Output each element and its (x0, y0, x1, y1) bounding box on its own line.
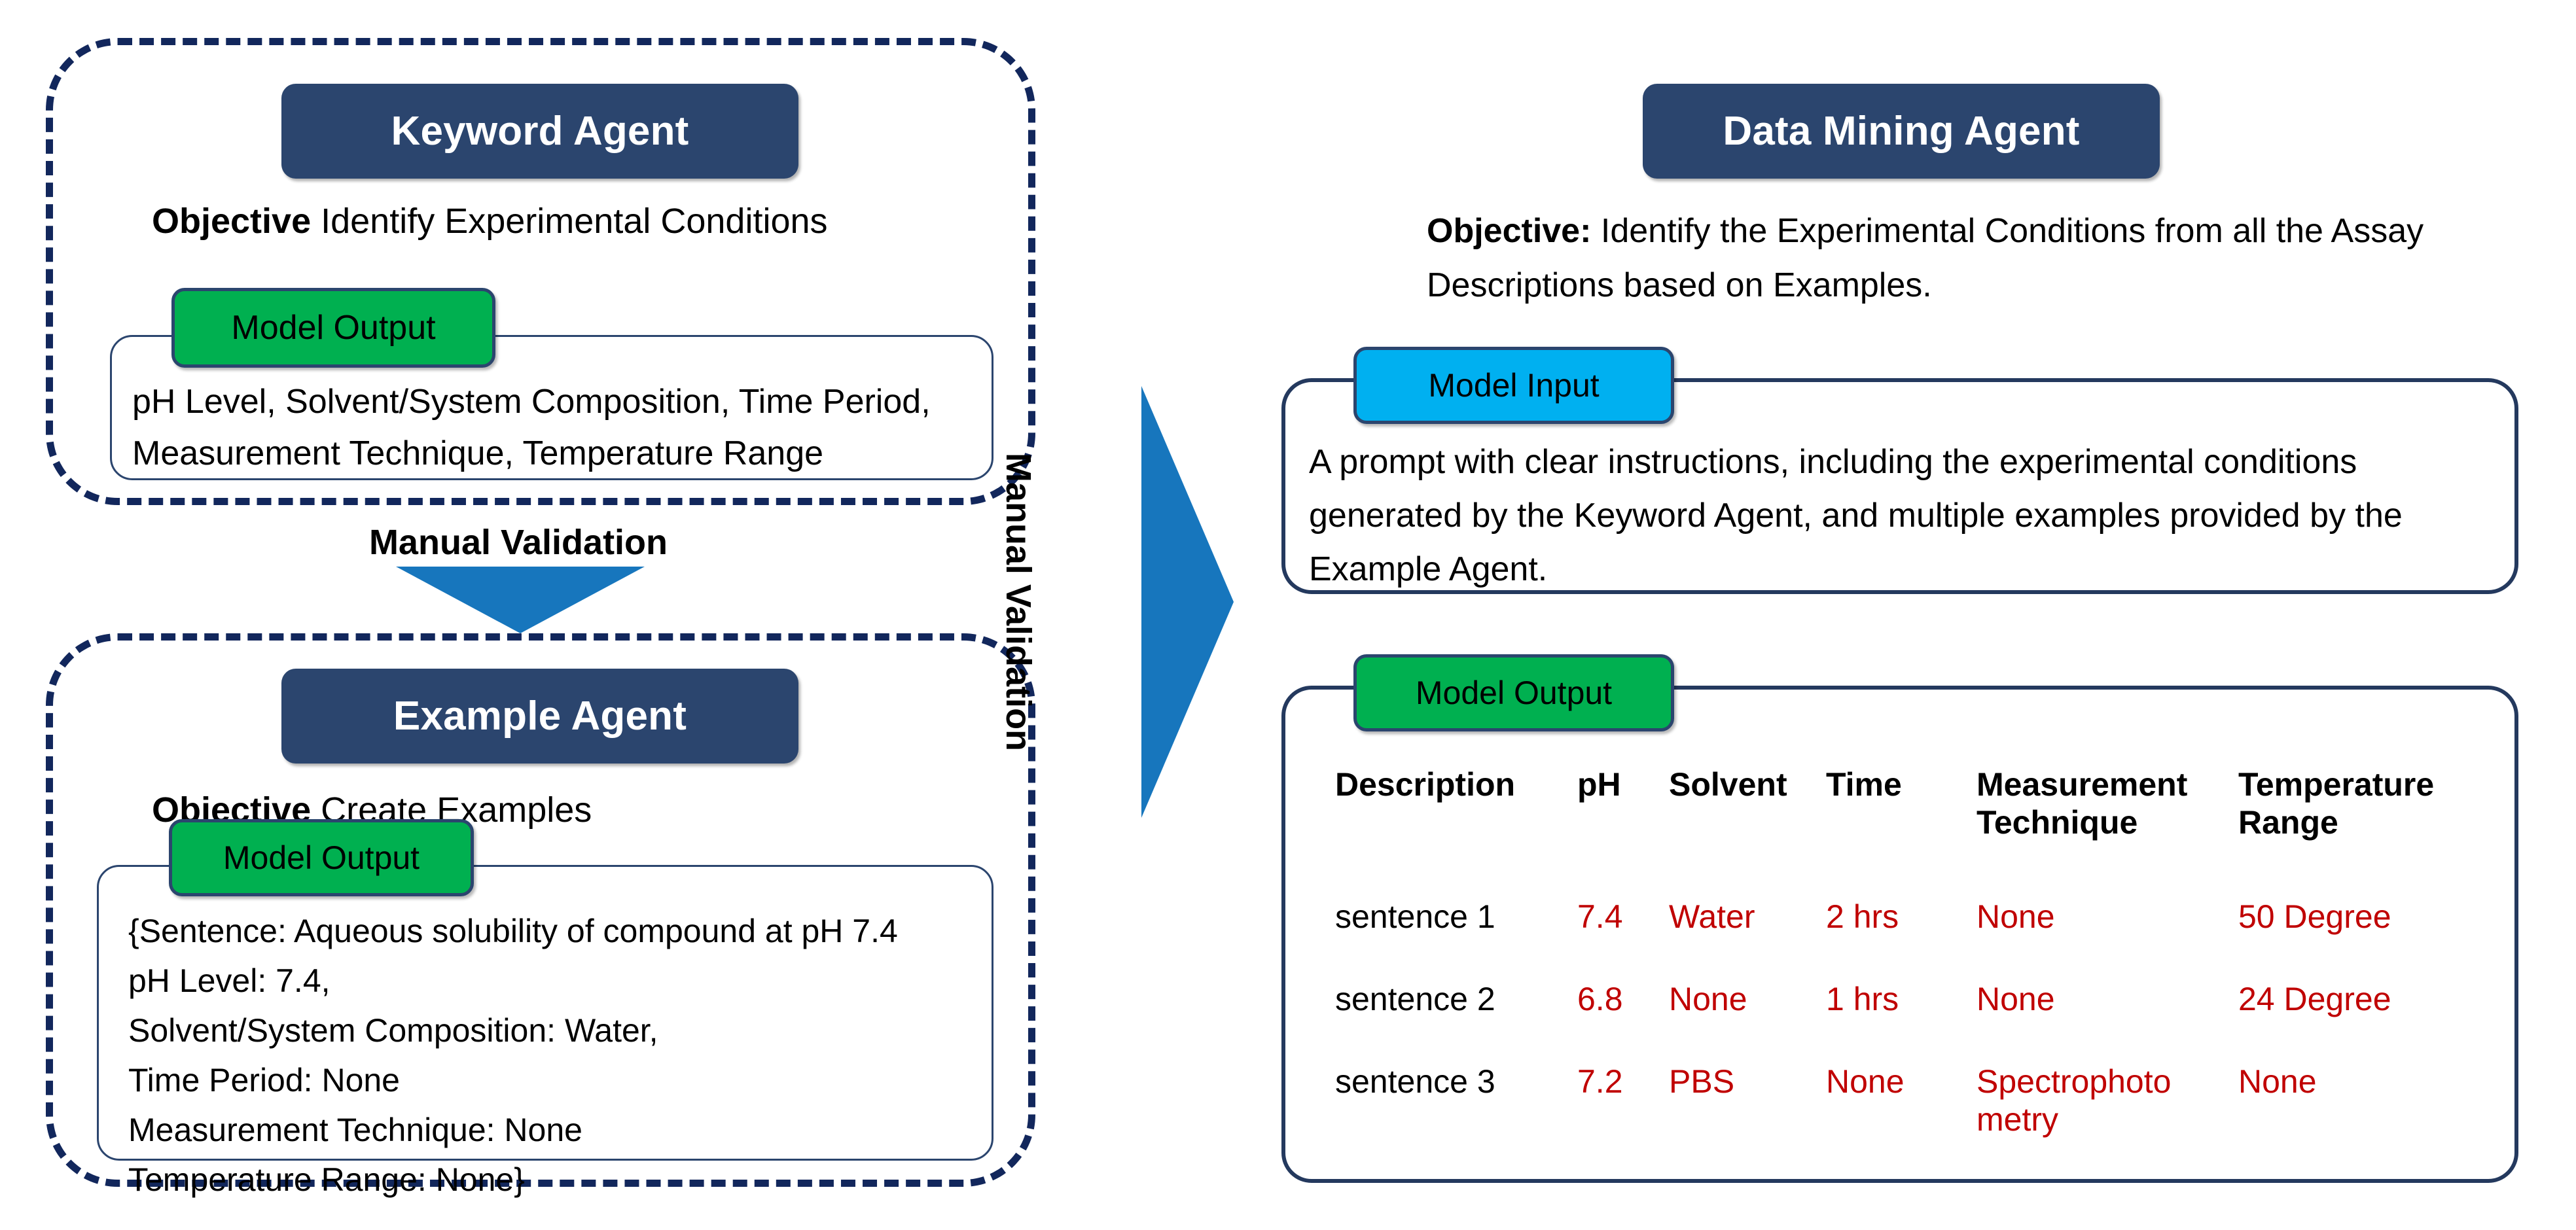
cell-temperature-range: 24 Degree (2238, 981, 2391, 1017)
cell-time: 2 hrs (1826, 898, 1899, 935)
cell-description: sentence 3 (1335, 1063, 1495, 1100)
cell-measurement-technique: Spectrophoto metry (1977, 1063, 2172, 1138)
keyword-agent-header: Keyword Agent (281, 84, 798, 179)
keyword-agent-objective-text: Identify Experimental Conditions (311, 202, 828, 241)
col-measurement-technique: Measurement Technique (1977, 766, 2188, 841)
cell-temperature-range: 50 Degree (2238, 898, 2391, 935)
cell-ph: 7.2 (1577, 1063, 1623, 1100)
cell-description: sentence 2 (1335, 981, 1495, 1017)
table-row-spacer (1335, 936, 2461, 980)
cell-ph: 6.8 (1577, 981, 1623, 1017)
left-manual-validation-arrow-icon (396, 567, 645, 633)
row-spacer-cell-1 (1335, 936, 2461, 980)
cell-solvent: Water (1669, 898, 1755, 935)
cell-solvent: PBS (1669, 1063, 1735, 1100)
left-manual-validation-label: Manual Validation (368, 523, 668, 562)
keyword-agent-output-badge: Model Output (171, 288, 495, 368)
results-table: Description pH Solvent Time Measurement … (1335, 765, 2461, 1138)
data-mining-agent-objective-label: Objective: (1427, 212, 1592, 250)
diagram-canvas: Keyword Agent Objective Identify Experim… (0, 0, 2576, 1230)
table-row: sentence 2 6.8 None 1 hrs None 24 Degree (1335, 980, 2461, 1018)
col-description: Description (1335, 766, 1516, 803)
col-temperature-range: Temperature Range (2238, 766, 2435, 841)
cell-time: 1 hrs (1826, 981, 1899, 1017)
cell-solvent: None (1669, 981, 1747, 1017)
col-solvent: Solvent (1669, 766, 1787, 803)
keyword-agent-objective-label: Objective (152, 202, 312, 241)
center-manual-validation-label: Manual Validation (999, 452, 1038, 752)
cell-ph: 7.4 (1577, 898, 1623, 935)
keyword-agent-objective: Objective Identify Experimental Conditio… (152, 196, 990, 247)
model-output-badge: Model Output (1353, 654, 1674, 731)
header-spacer-cell (1335, 841, 2461, 898)
cell-measurement-technique: None (1977, 981, 2055, 1017)
cell-measurement-technique: None (1977, 898, 2055, 935)
keyword-agent-output-text: pH Level, Solvent/System Composition, Ti… (132, 383, 931, 473)
table-row-spacer (1335, 1018, 2461, 1063)
example-agent-output-badge: Model Output (169, 819, 474, 896)
col-ph: pH (1577, 766, 1621, 803)
table-row: sentence 1 7.4 Water 2 hrs None 50 Degre… (1335, 898, 2461, 936)
model-input-text: A prompt with clear instructions, includ… (1309, 443, 2403, 589)
row-spacer-cell-2 (1335, 1018, 2461, 1063)
data-mining-agent-objective: Objective: Identify the Experimental Con… (1427, 204, 2428, 313)
cell-temperature-range: None (2238, 1063, 2317, 1100)
model-input-badge: Model Input (1353, 347, 1674, 424)
example-agent-output-text: {Sentence: Aqueous solubility of compoun… (128, 913, 898, 1198)
cell-time: None (1826, 1063, 1905, 1100)
center-manual-validation-arrow-icon (1141, 386, 1234, 818)
col-time: Time (1826, 766, 1902, 803)
table-header-spacer (1335, 841, 2461, 898)
cell-description: sentence 1 (1335, 898, 1495, 935)
example-agent-header: Example Agent (281, 669, 798, 764)
table-row: sentence 3 7.2 PBS None Spectrophoto met… (1335, 1063, 2461, 1138)
table-header-row: Description pH Solvent Time Measurement … (1335, 765, 2461, 841)
data-mining-agent-header: Data Mining Agent (1643, 84, 2160, 179)
